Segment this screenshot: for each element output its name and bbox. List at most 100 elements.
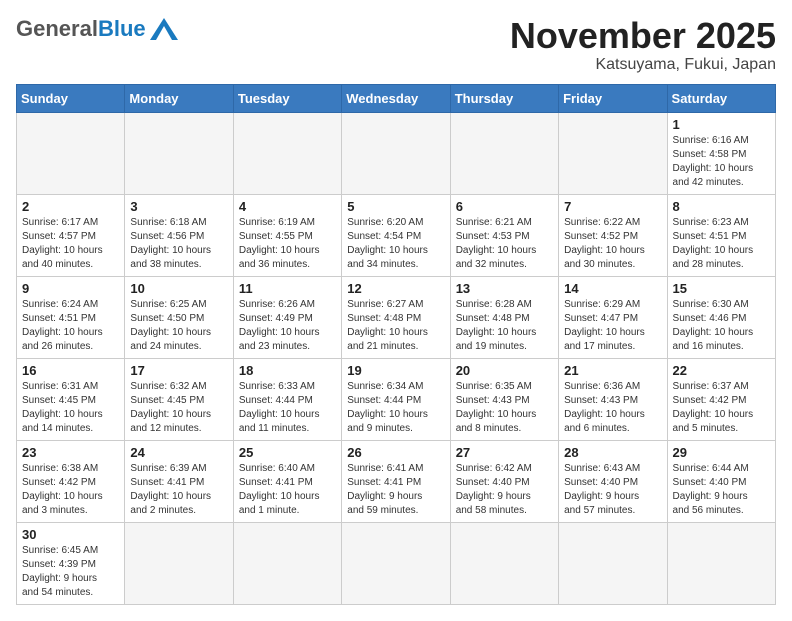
day-number: 13 (456, 281, 553, 296)
day-info: Sunrise: 6:35 AM Sunset: 4:43 PM Dayligh… (456, 380, 553, 436)
day-cell: 28 Sunrise: 6:43 AM Sunset: 4:40 PM Dayli… (559, 440, 667, 522)
week-row-5: 23 Sunrise: 6:38 AM Sunset: 4:42 PM Dayli… (17, 440, 776, 522)
logo: General Blue (16, 16, 178, 42)
day-info: Sunrise: 6:20 AM Sunset: 4:54 PM Dayligh… (347, 216, 444, 272)
day-cell: 29Sunrise: 6:44 AM Sunset: 4:40 PM Dayli… (667, 440, 775, 522)
day-number: 3 (130, 199, 227, 214)
day-number: 17 (130, 363, 227, 378)
day-number: 16 (22, 363, 119, 378)
day-info: Sunrise: 6:31 AM Sunset: 4:45 PM Dayligh… (22, 380, 119, 436)
day-info: Sunrise: 6:40 AM Sunset: 4:41 PM Dayligh… (239, 462, 336, 518)
day-cell: 15Sunrise: 6:30 AM Sunset: 4:46 PM Dayli… (667, 276, 775, 358)
day-number: 23 (22, 445, 119, 460)
day-info: Sunrise: 6:39 AM Sunset: 4:41 PM Dayligh… (130, 462, 227, 518)
day-info: Sunrise: 6:19 AM Sunset: 4:55 PM Dayligh… (239, 216, 336, 272)
day-cell (17, 112, 125, 194)
logo-blue-text: Blue (98, 16, 146, 42)
day-cell: 12Sunrise: 6:27 AM Sunset: 4:48 PM Dayli… (342, 276, 450, 358)
day-info: Sunrise: 6:45 AM Sunset: 4:39 PM Dayligh… (22, 544, 119, 600)
logo-general-text: General (16, 16, 98, 42)
day-number: 14 (564, 281, 661, 296)
day-cell (233, 522, 341, 604)
day-cell: 1 Sunrise: 6:16 AM Sunset: 4:58 PM Daylig… (667, 112, 775, 194)
day-info: Sunrise: 6:34 AM Sunset: 4:44 PM Dayligh… (347, 380, 444, 436)
day-number: 6 (456, 199, 553, 214)
month-title: November 2025 (510, 16, 776, 56)
day-number: 21 (564, 363, 661, 378)
day-info: Sunrise: 6:22 AM Sunset: 4:52 PM Dayligh… (564, 216, 661, 272)
day-cell: 11 Sunrise: 6:26 AM Sunset: 4:49 PM Dayli… (233, 276, 341, 358)
day-info: Sunrise: 6:37 AM Sunset: 4:42 PM Dayligh… (673, 380, 770, 436)
day-cell: 30 Sunrise: 6:45 AM Sunset: 4:39 PM Dayli… (17, 522, 125, 604)
page-header: General Blue November 2025 Katsuyama, Fu… (16, 16, 776, 74)
day-number: 24 (130, 445, 227, 460)
day-cell: 22 Sunrise: 6:37 AM Sunset: 4:42 PM Dayli… (667, 358, 775, 440)
day-cell: 17Sunrise: 6:32 AM Sunset: 4:45 PM Dayli… (125, 358, 233, 440)
day-info: Sunrise: 6:42 AM Sunset: 4:40 PM Dayligh… (456, 462, 553, 518)
week-row-4: 16 Sunrise: 6:31 AM Sunset: 4:45 PM Dayli… (17, 358, 776, 440)
day-number: 18 (239, 363, 336, 378)
day-number: 1 (673, 117, 770, 132)
week-row-3: 9 Sunrise: 6:24 AM Sunset: 4:51 PM Daylig… (17, 276, 776, 358)
weekday-header-tuesday: Tuesday (233, 84, 341, 112)
day-cell (125, 522, 233, 604)
day-number: 12 (347, 281, 444, 296)
day-number: 26 (347, 445, 444, 460)
weekday-header-monday: Monday (125, 84, 233, 112)
day-cell: 7 Sunrise: 6:22 AM Sunset: 4:52 PM Daylig… (559, 194, 667, 276)
day-number: 4 (239, 199, 336, 214)
day-cell: 23 Sunrise: 6:38 AM Sunset: 4:42 PM Dayli… (17, 440, 125, 522)
day-info: Sunrise: 6:24 AM Sunset: 4:51 PM Dayligh… (22, 298, 119, 354)
day-cell: 9 Sunrise: 6:24 AM Sunset: 4:51 PM Daylig… (17, 276, 125, 358)
day-number: 20 (456, 363, 553, 378)
day-info: Sunrise: 6:28 AM Sunset: 4:48 PM Dayligh… (456, 298, 553, 354)
weekday-header-saturday: Saturday (667, 84, 775, 112)
day-info: Sunrise: 6:41 AM Sunset: 4:41 PM Dayligh… (347, 462, 444, 518)
day-info: Sunrise: 6:17 AM Sunset: 4:57 PM Dayligh… (22, 216, 119, 272)
day-cell: 10Sunrise: 6:25 AM Sunset: 4:50 PM Dayli… (125, 276, 233, 358)
day-number: 30 (22, 527, 119, 542)
day-number: 28 (564, 445, 661, 460)
day-info: Sunrise: 6:25 AM Sunset: 4:50 PM Dayligh… (130, 298, 227, 354)
day-info: Sunrise: 6:23 AM Sunset: 4:51 PM Dayligh… (673, 216, 770, 272)
location: Katsuyama, Fukui, Japan (510, 56, 776, 74)
day-info: Sunrise: 6:43 AM Sunset: 4:40 PM Dayligh… (564, 462, 661, 518)
day-number: 22 (673, 363, 770, 378)
day-cell (342, 112, 450, 194)
day-cell (450, 522, 558, 604)
day-cell: 6 Sunrise: 6:21 AM Sunset: 4:53 PM Daylig… (450, 194, 558, 276)
day-cell: 24 Sunrise: 6:39 AM Sunset: 4:41 PM Dayli… (125, 440, 233, 522)
day-number: 8 (673, 199, 770, 214)
logo-icon (150, 18, 178, 40)
day-cell: 25 Sunrise: 6:40 AM Sunset: 4:41 PM Dayli… (233, 440, 341, 522)
day-info: Sunrise: 6:44 AM Sunset: 4:40 PM Dayligh… (673, 462, 770, 518)
day-cell (125, 112, 233, 194)
day-cell: 4 Sunrise: 6:19 AM Sunset: 4:55 PM Daylig… (233, 194, 341, 276)
day-info: Sunrise: 6:29 AM Sunset: 4:47 PM Dayligh… (564, 298, 661, 354)
weekday-header-thursday: Thursday (450, 84, 558, 112)
day-info: Sunrise: 6:26 AM Sunset: 4:49 PM Dayligh… (239, 298, 336, 354)
day-number: 7 (564, 199, 661, 214)
week-row-2: 2Sunrise: 6:17 AM Sunset: 4:57 PM Daylig… (17, 194, 776, 276)
day-cell: 18Sunrise: 6:33 AM Sunset: 4:44 PM Dayli… (233, 358, 341, 440)
day-cell: 5Sunrise: 6:20 AM Sunset: 4:54 PM Daylig… (342, 194, 450, 276)
day-number: 25 (239, 445, 336, 460)
day-cell (559, 522, 667, 604)
day-info: Sunrise: 6:16 AM Sunset: 4:58 PM Dayligh… (673, 134, 770, 190)
day-info: Sunrise: 6:36 AM Sunset: 4:43 PM Dayligh… (564, 380, 661, 436)
day-cell: 13 Sunrise: 6:28 AM Sunset: 4:48 PM Dayli… (450, 276, 558, 358)
weekday-header-wednesday: Wednesday (342, 84, 450, 112)
weekday-header-friday: Friday (559, 84, 667, 112)
day-info: Sunrise: 6:38 AM Sunset: 4:42 PM Dayligh… (22, 462, 119, 518)
day-cell: 8 Sunrise: 6:23 AM Sunset: 4:51 PM Daylig… (667, 194, 775, 276)
calendar-table: SundayMondayTuesdayWednesdayThursdayFrid… (16, 84, 776, 605)
day-cell (559, 112, 667, 194)
day-number: 15 (673, 281, 770, 296)
week-row-6: 30 Sunrise: 6:45 AM Sunset: 4:39 PM Dayli… (17, 522, 776, 604)
day-number: 11 (239, 281, 336, 296)
day-number: 19 (347, 363, 444, 378)
day-info: Sunrise: 6:21 AM Sunset: 4:53 PM Dayligh… (456, 216, 553, 272)
day-number: 9 (22, 281, 119, 296)
day-cell: 19 Sunrise: 6:34 AM Sunset: 4:44 PM Dayli… (342, 358, 450, 440)
day-cell (667, 522, 775, 604)
